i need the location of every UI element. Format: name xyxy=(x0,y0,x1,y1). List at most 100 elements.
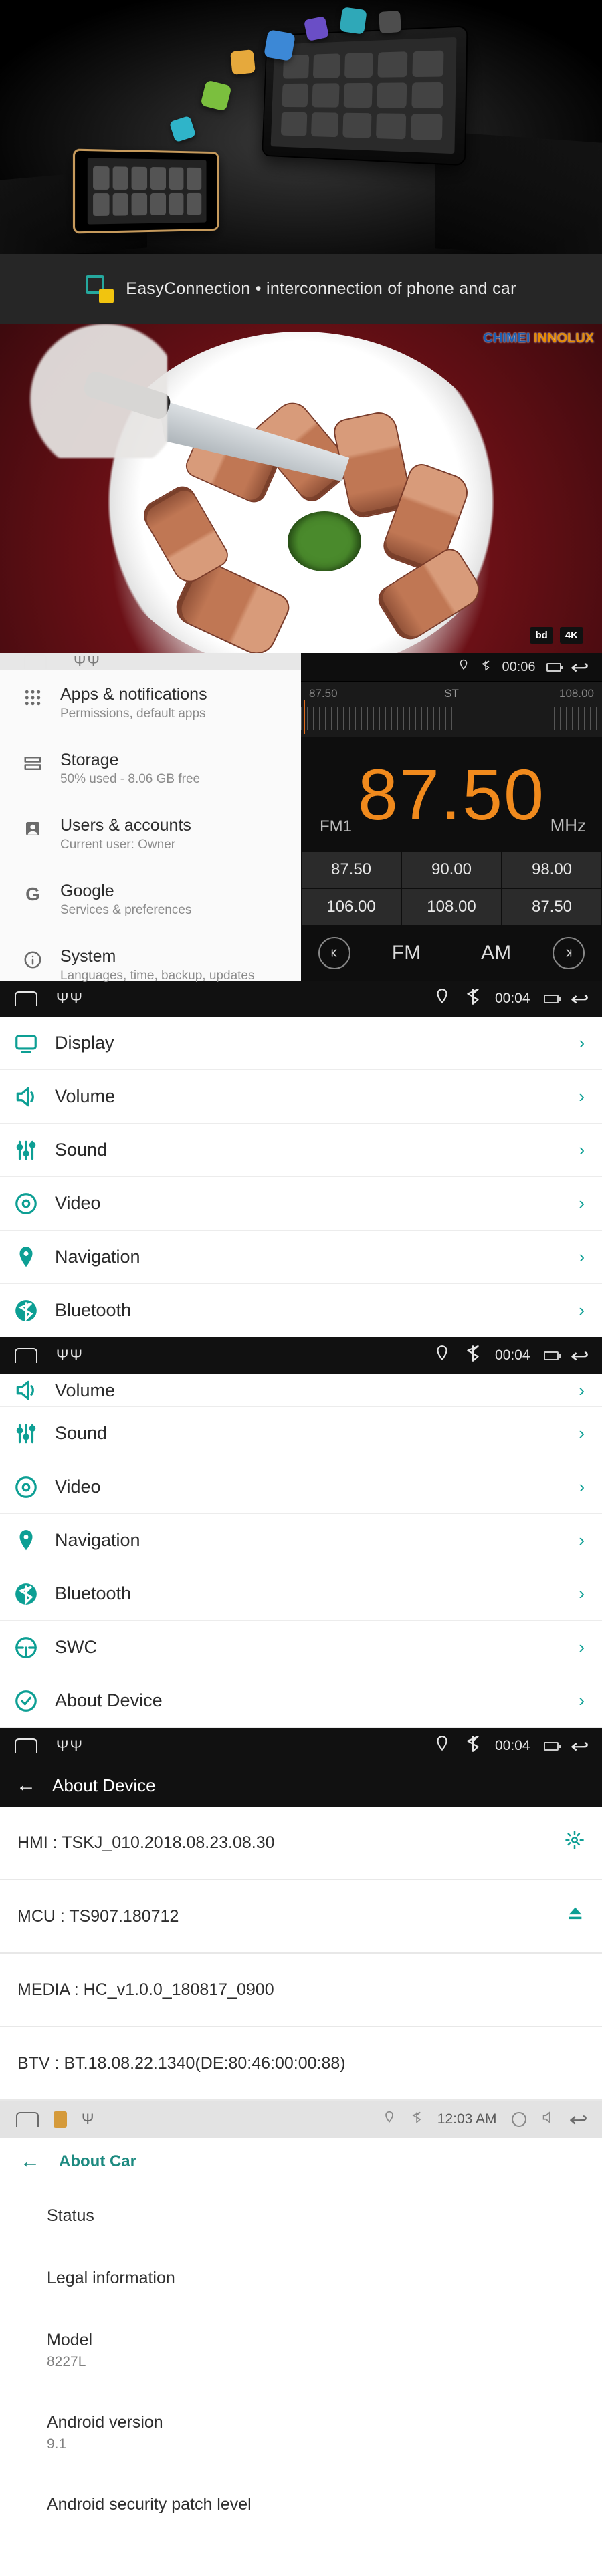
fm-radio-pane: 00:06 ↩ 87.50 ST 108.00 FM1 87.50 MHz 87… xyxy=(301,653,602,981)
settings-row-system[interactable]: System Languages, time, backup, updates xyxy=(0,932,301,998)
preset-button[interactable]: 106.00 xyxy=(301,888,401,926)
menu-item-navigation[interactable]: Navigation › xyxy=(0,1231,602,1284)
back-arrow-icon[interactable]: ← xyxy=(16,1774,36,1797)
menu-item-video[interactable]: Video › xyxy=(0,1177,602,1231)
gear-icon[interactable] xyxy=(565,1830,585,1855)
row-title: Apps & notifications xyxy=(60,685,207,704)
display-icon xyxy=(13,1031,39,1056)
about-car-status[interactable]: Status xyxy=(47,2185,583,2247)
dial-needle xyxy=(304,700,305,734)
menu-item-video[interactable]: Video › xyxy=(0,1460,602,1514)
section-heading: Status xyxy=(47,2206,583,2226)
badge: bd xyxy=(530,627,553,644)
row-title: Storage xyxy=(60,751,200,770)
home-icon[interactable] xyxy=(15,1738,37,1753)
about-car-security-patch[interactable]: Android security patch level xyxy=(47,2474,583,2536)
pin-icon xyxy=(13,1528,39,1553)
menu-label: Volume xyxy=(55,1380,115,1401)
menu-label: Video xyxy=(55,1476,101,1497)
chevron-right-icon: › xyxy=(579,1530,585,1551)
menu-item-sound[interactable]: Sound › xyxy=(0,1407,602,1460)
am-mode-button[interactable]: AM xyxy=(462,942,530,964)
floating-app-icon xyxy=(339,7,367,35)
gps-icon xyxy=(458,659,470,675)
radio-dial[interactable]: 87.50 ST 108.00 xyxy=(301,681,602,737)
back-icon[interactable]: ↩ xyxy=(570,988,589,1010)
home-icon[interactable] xyxy=(15,1348,37,1363)
about-car-legal[interactable]: Legal information xyxy=(47,2247,583,2309)
bluetooth-icon xyxy=(411,2111,423,2128)
chevron-right-icon: › xyxy=(579,1193,585,1214)
home-icon[interactable] xyxy=(24,654,47,669)
preset-button[interactable]: 87.50 xyxy=(502,888,602,926)
usb-icon: Ψ Ψ xyxy=(56,990,81,1007)
bluetooth-icon xyxy=(13,1298,39,1323)
preset-button[interactable]: 108.00 xyxy=(401,888,502,926)
menu-label: Sound xyxy=(55,1423,107,1444)
settings-row-apps[interactable]: Apps & notifications Permissions, defaul… xyxy=(0,670,301,736)
home-icon[interactable] xyxy=(16,2112,39,2127)
video-watermark: CHIMEI INNOLUX xyxy=(483,331,594,346)
about-row-btv[interactable]: BTV : BT.18.08.22.1340(DE:80:46:00:00:88… xyxy=(0,2027,602,2101)
settings-row-google[interactable]: G Google Services & preferences xyxy=(0,867,301,932)
back-icon[interactable]: ↩ xyxy=(570,656,589,678)
volume-icon[interactable] xyxy=(541,2110,556,2129)
menu-item-volume-partial[interactable]: Volume › xyxy=(0,1374,602,1407)
gps-icon xyxy=(433,1345,451,1366)
seek-next-button[interactable] xyxy=(553,937,585,969)
about-row-hmi[interactable]: HMI : TSKJ_010.2018.08.23.08.30 xyxy=(0,1807,602,1880)
easyconnection-icon xyxy=(86,275,114,303)
brightness-icon[interactable] xyxy=(512,2112,526,2127)
row-subtitle: Current user: Owner xyxy=(60,838,191,852)
menu-item-swc[interactable]: SWC › xyxy=(0,1621,602,1674)
bluetooth-icon xyxy=(464,988,482,1009)
about-device-list: HMI : TSKJ_010.2018.08.23.08.30 MCU : TS… xyxy=(0,1807,602,2101)
preset-button[interactable]: 90.00 xyxy=(401,851,502,888)
fm-mode-button[interactable]: FM xyxy=(373,942,439,964)
about-car-header: ← About Car xyxy=(0,2138,602,2185)
preset-button[interactable]: 98.00 xyxy=(502,851,602,888)
menu-item-about-device[interactable]: About Device › xyxy=(0,1674,602,1728)
usb-icon: Ψ Ψ xyxy=(56,1347,81,1364)
chevron-right-icon: › xyxy=(579,1247,585,1267)
floating-app-icon xyxy=(200,80,231,111)
chevron-right-icon: › xyxy=(579,1690,585,1711)
menu-label: SWC xyxy=(55,1637,97,1658)
back-icon[interactable]: ↩ xyxy=(570,1735,589,1757)
settings-row-users[interactable]: Users & accounts Current user: Owner xyxy=(0,801,301,867)
equalizer-icon xyxy=(13,1421,39,1446)
eject-icon[interactable] xyxy=(566,1904,585,1928)
back-icon[interactable]: ↩ xyxy=(570,1345,589,1367)
clock-text: 00:04 xyxy=(495,1347,530,1364)
menu-item-display[interactable]: Display › xyxy=(0,1017,602,1070)
chevron-right-icon: › xyxy=(579,1423,585,1444)
back-icon[interactable]: ↩ xyxy=(569,2109,587,2131)
about-row-media[interactable]: MEDIA : HC_v1.0.0_180817_0900 xyxy=(0,1954,602,2027)
menu-item-sound[interactable]: Sound › xyxy=(0,1124,602,1177)
menu-label: Bluetooth xyxy=(55,1300,131,1321)
settings-menu-1: Display › Volume › Sound › Video › Navig… xyxy=(0,1017,602,1337)
about-car-model[interactable]: Model 8227L xyxy=(47,2309,583,2392)
menu-item-volume[interactable]: Volume › xyxy=(0,1070,602,1124)
battery-icon xyxy=(544,1351,559,1360)
badge: 4K xyxy=(560,627,583,644)
settings-menu-2: Volume › Sound › Video › Navigation › Bl… xyxy=(0,1374,602,1728)
menu-item-bluetooth[interactable]: Bluetooth › xyxy=(0,1567,602,1621)
battery-icon xyxy=(546,663,561,672)
dial-min: 87.50 xyxy=(309,687,338,700)
menu-label: About Device xyxy=(55,1690,163,1711)
about-car-android-version[interactable]: Android version 9.1 xyxy=(47,2392,583,2474)
settings-row-storage[interactable]: Storage 50% used - 8.06 GB free xyxy=(0,736,301,801)
menu-label: Video xyxy=(55,1193,101,1214)
seek-prev-button[interactable] xyxy=(318,937,350,969)
about-row-mcu[interactable]: MCU : TS907.180712 xyxy=(0,1880,602,1954)
menu-label: Volume xyxy=(55,1086,115,1107)
back-arrow-icon[interactable]: ← xyxy=(20,2150,40,2173)
radio-controls: FM AM xyxy=(301,926,602,981)
menu-item-bluetooth[interactable]: Bluetooth › xyxy=(0,1284,602,1337)
preset-button[interactable]: 87.50 xyxy=(301,851,401,888)
menu-item-navigation[interactable]: Navigation › xyxy=(0,1514,602,1567)
floating-app-icon xyxy=(230,49,256,75)
home-icon[interactable] xyxy=(15,991,37,1006)
row-title: Users & accounts xyxy=(60,816,191,835)
